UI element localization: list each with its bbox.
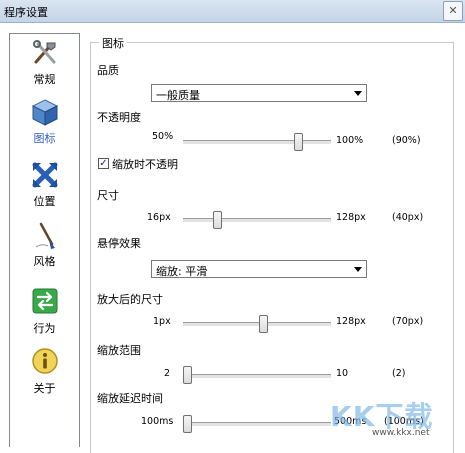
zoom-size-min: 1px xyxy=(153,316,171,327)
arrows-cross-icon xyxy=(32,162,58,188)
chevron-down-icon xyxy=(354,91,362,96)
brush-icon xyxy=(35,222,55,249)
quality-label: 品质 xyxy=(97,64,119,77)
opacity-min: 50% xyxy=(152,131,174,142)
sidebar-item-position[interactable]: 位置 xyxy=(10,160,79,212)
zoom-delay-slider-thumb[interactable] xyxy=(183,415,192,433)
size-value: (40px) xyxy=(392,212,424,223)
zoom-size-max: 128px xyxy=(336,316,366,327)
hover-label: 悬停效果 xyxy=(97,237,141,250)
zoom-size-slider-track[interactable] xyxy=(183,322,331,327)
sidebar-item-about[interactable]: 关于 xyxy=(10,346,79,398)
zoom-delay-label: 缩放延迟时间 xyxy=(97,392,163,405)
size-min: 16px xyxy=(147,212,171,223)
zoom-range-slider-thumb[interactable] xyxy=(183,366,192,384)
window-title: 程序设置 xyxy=(4,6,48,19)
zoom-range-label: 缩放范围 xyxy=(97,344,141,357)
sidebar-item-general[interactable]: 常规 xyxy=(10,38,79,90)
sidebar-item-label: 行为 xyxy=(33,322,56,335)
size-slider-thumb[interactable] xyxy=(212,211,222,229)
tools-icon xyxy=(33,40,56,64)
sidebar-item-label: 位置 xyxy=(33,195,56,208)
cube-icon xyxy=(31,99,59,126)
zoom-delay-slider-track[interactable] xyxy=(183,422,331,427)
zoom-range-value: (2) xyxy=(392,368,406,379)
sidebar-item-label: 常规 xyxy=(33,73,56,86)
sidebar-item-label: 图标 xyxy=(33,132,56,145)
hover-select-value: 缩放: 平滑 xyxy=(156,265,208,278)
opacity-value: (90%) xyxy=(392,135,421,146)
sidebar-item-behavior[interactable]: 行为 xyxy=(10,286,79,338)
opacity-max: 100% xyxy=(336,135,364,146)
size-label: 尺寸 xyxy=(97,189,119,202)
zoom-range-slider-track[interactable] xyxy=(183,374,331,379)
watermark-url: www.kkx.net xyxy=(372,428,430,438)
quality-select-value: 一般质量 xyxy=(156,89,200,102)
zoom-range-max: 10 xyxy=(336,368,349,379)
sidebar-item-label: 风格 xyxy=(33,255,56,268)
zoom-opaque-checkbox[interactable]: ✓ xyxy=(98,158,109,169)
zoom-size-value: (70px) xyxy=(392,316,424,327)
info-icon xyxy=(32,348,58,374)
sidebar-item-style[interactable]: 风格 xyxy=(10,220,79,272)
zoom-opaque-label: 缩放时不透明 xyxy=(112,158,178,171)
zoom-size-slider-thumb[interactable] xyxy=(258,315,268,333)
opacity-slider-track[interactable] xyxy=(183,140,331,145)
zoom-size-label: 放大后的尺寸 xyxy=(97,293,163,306)
chevron-down-icon xyxy=(354,267,362,272)
opacity-label: 不透明度 xyxy=(97,111,141,124)
hover-select[interactable]: 缩放: 平滑 xyxy=(151,260,367,278)
sidebar: 常规 图标 位置 风格 行为 关于 xyxy=(9,33,80,447)
size-slider-track[interactable] xyxy=(183,218,331,223)
opacity-slider-thumb[interactable] xyxy=(294,133,304,151)
close-button[interactable]: ✕ xyxy=(443,1,463,21)
sidebar-item-label: 关于 xyxy=(33,382,56,395)
title-bar: 程序设置 ✕ xyxy=(0,0,465,23)
refresh-arrows-icon xyxy=(32,288,58,314)
group-title: 图标 xyxy=(99,35,127,51)
size-max: 128px xyxy=(336,212,366,223)
sidebar-item-icons[interactable]: 图标 xyxy=(10,97,79,149)
zoom-delay-min: 100ms xyxy=(141,416,174,427)
zoom-range-min: 2 xyxy=(164,368,171,379)
quality-select[interactable]: 一般质量 xyxy=(151,84,367,102)
